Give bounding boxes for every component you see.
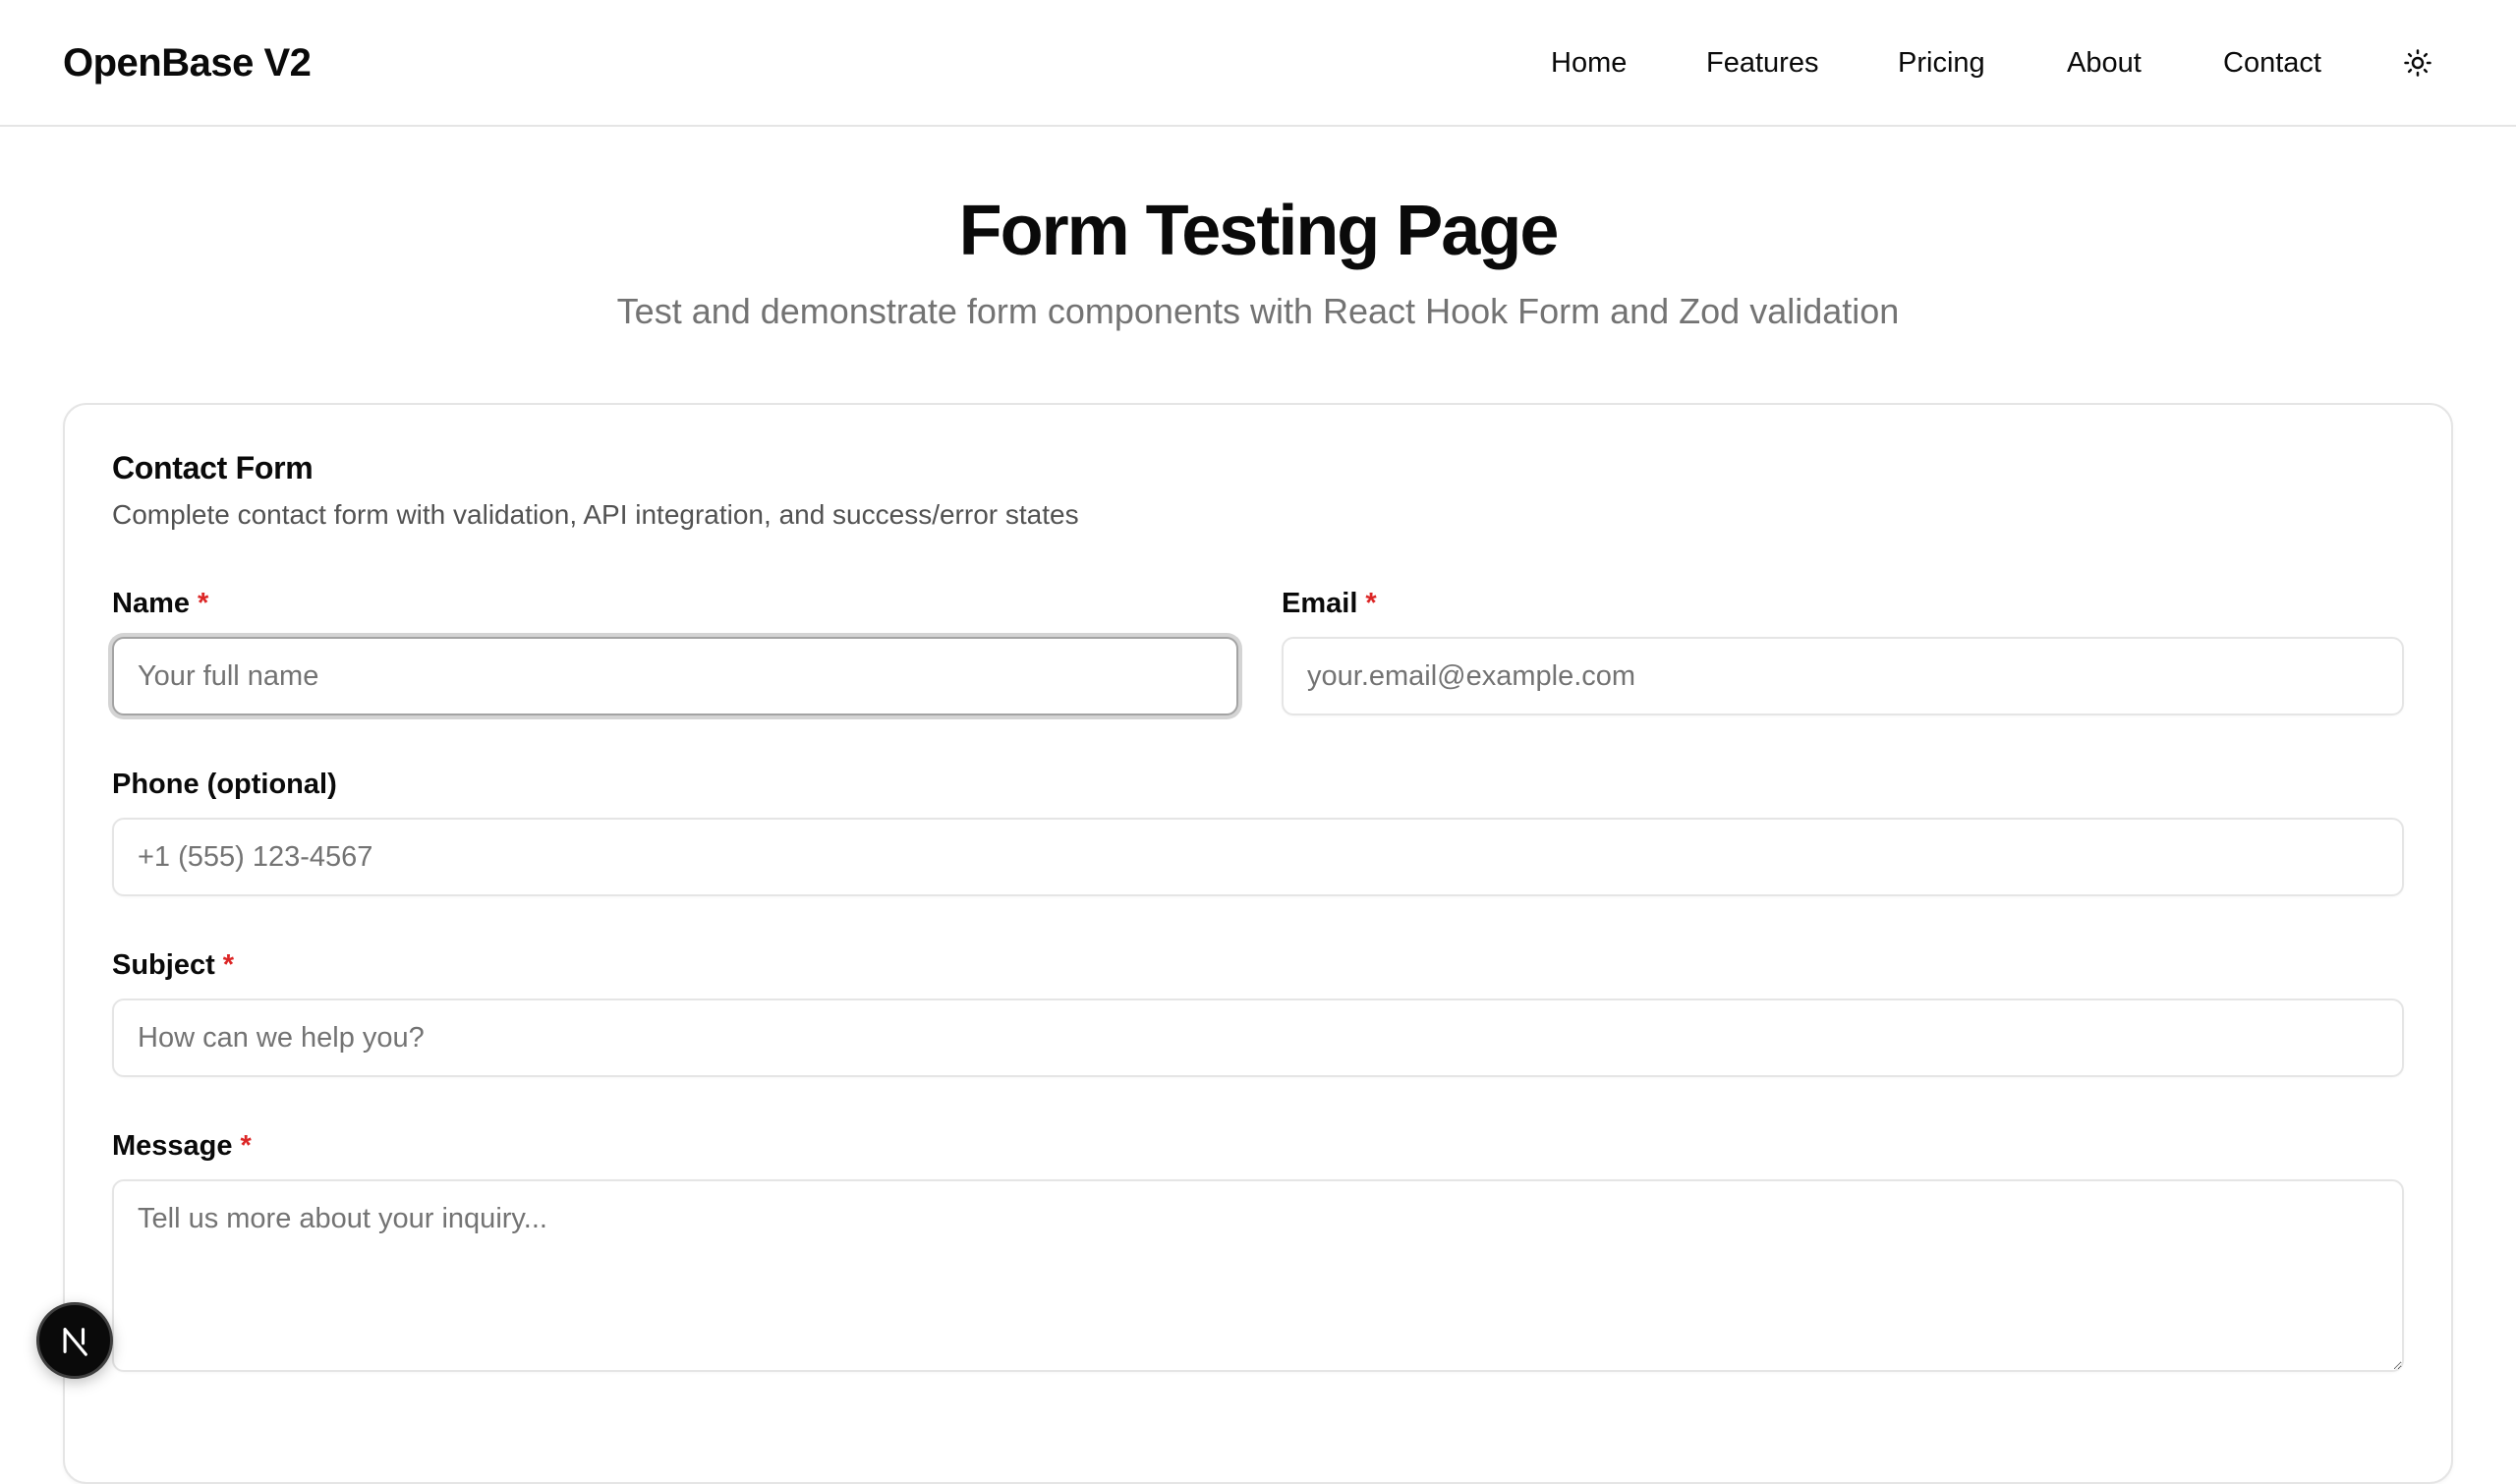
nav-link-home[interactable]: Home bbox=[1551, 39, 1627, 86]
card-description: Complete contact form with validation, A… bbox=[112, 499, 1079, 530]
email-label-text: Email bbox=[1282, 588, 1358, 619]
email-input[interactable] bbox=[1282, 637, 2404, 715]
page-title: Form Testing Page bbox=[958, 192, 1560, 270]
email-label: Email * bbox=[1282, 584, 1377, 623]
nav-link-pricing[interactable]: Pricing bbox=[1898, 39, 1985, 86]
name-input[interactable] bbox=[112, 637, 1238, 715]
name-label-text: Name bbox=[112, 588, 190, 619]
site-header: OpenBase V2 Home Features Pricing About … bbox=[0, 0, 2516, 127]
phone-label: Phone (optional) bbox=[112, 765, 337, 804]
subject-label: Subject * bbox=[112, 945, 234, 985]
required-indicator: * bbox=[198, 588, 209, 619]
dev-tools-indicator-button[interactable] bbox=[36, 1302, 113, 1379]
nav-link-about[interactable]: About bbox=[2067, 39, 2142, 86]
main-nav: Home Features Pricing About Contact bbox=[0, 39, 2516, 86]
nav-link-features[interactable]: Features bbox=[1706, 39, 1818, 86]
name-label: Name * bbox=[112, 584, 208, 623]
message-label: Message * bbox=[112, 1126, 252, 1166]
subject-label-text: Subject bbox=[112, 949, 215, 981]
nav-link-contact[interactable]: Contact bbox=[2223, 39, 2321, 86]
required-indicator: * bbox=[240, 1130, 252, 1162]
sun-icon bbox=[2404, 49, 2431, 77]
subject-input[interactable] bbox=[112, 999, 2404, 1077]
theme-toggle-button[interactable] bbox=[2398, 43, 2437, 83]
contact-form-card: Contact Form Complete contact form with … bbox=[63, 403, 2453, 1484]
phone-label-text: Phone (optional) bbox=[112, 769, 337, 800]
message-label-text: Message bbox=[112, 1130, 233, 1162]
nextjs-logo-icon bbox=[63, 1328, 87, 1356]
required-indicator: * bbox=[1365, 588, 1377, 619]
message-textarea[interactable] bbox=[112, 1179, 2404, 1372]
card-title: Contact Form bbox=[112, 450, 314, 485]
required-indicator: * bbox=[222, 949, 235, 981]
phone-input[interactable] bbox=[112, 818, 2404, 896]
page-subtitle: Test and demonstrate form components wit… bbox=[616, 291, 1900, 331]
